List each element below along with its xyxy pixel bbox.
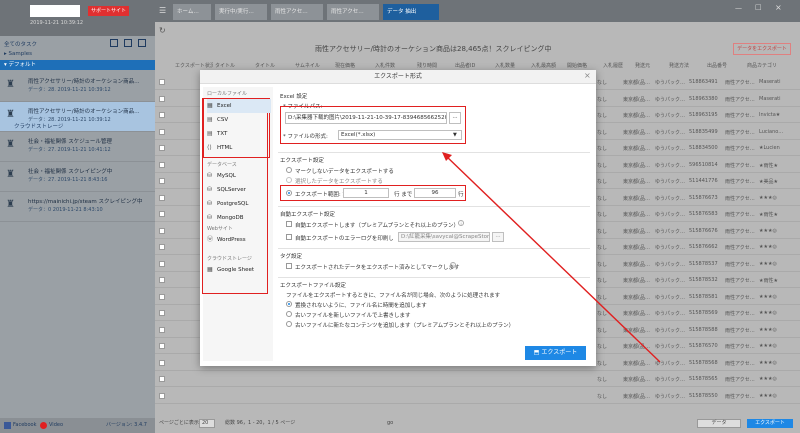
- arrow-line: [444, 154, 661, 363]
- annotation-arrow: [442, 152, 661, 363]
